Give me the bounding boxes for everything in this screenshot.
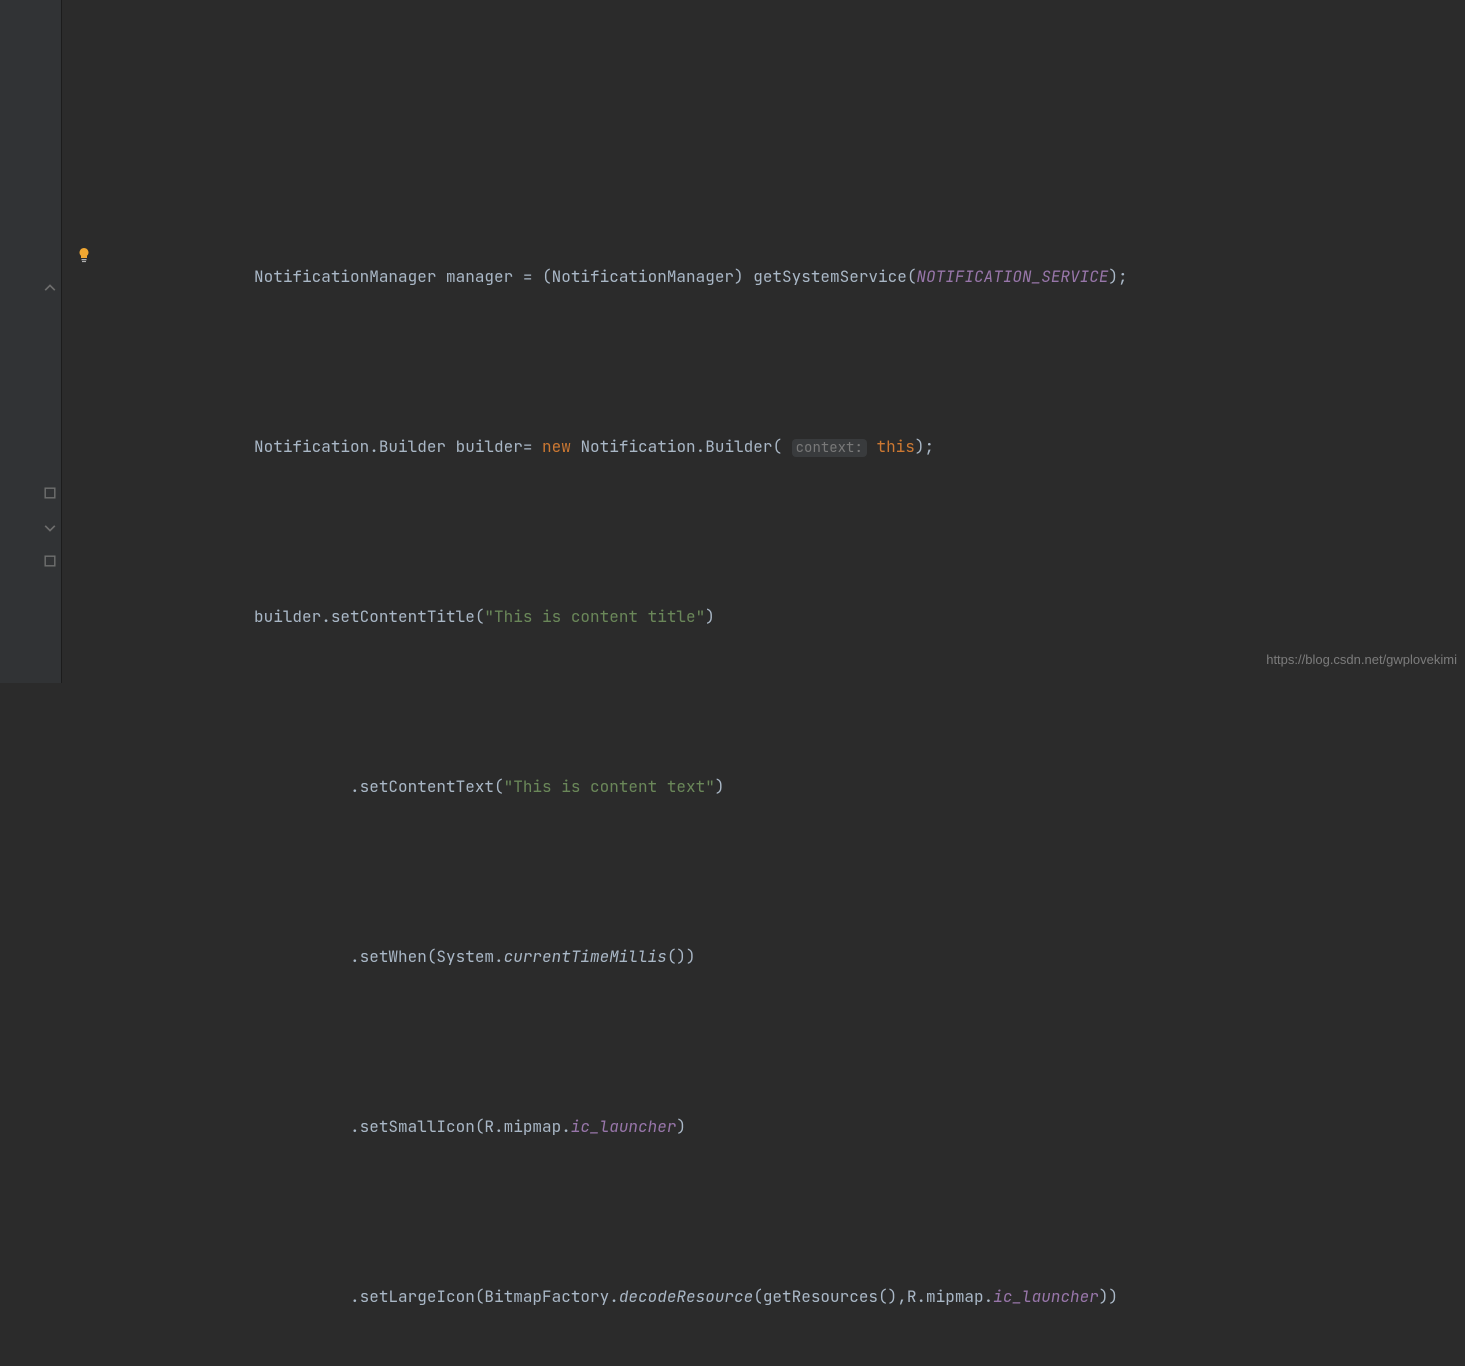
static-field: ic_launcher (571, 1116, 677, 1137)
static-method: currentTimeMillis (504, 946, 667, 967)
editor-gutter (0, 0, 62, 683)
parameter-hint: context: (792, 439, 867, 457)
code-text: ) (676, 1116, 686, 1137)
code-line[interactable]: .setSmallIcon(R.mipmap.ic_launcher) (62, 1110, 1465, 1144)
code-text: .setLargeIcon(BitmapFactory. (350, 1286, 619, 1307)
code-text: )) (1099, 1286, 1118, 1307)
code-text: ); (915, 436, 934, 457)
fold-toggle-icon[interactable] (44, 555, 56, 567)
code-editor[interactable]: NotificationManager manager = (Notificat… (62, 0, 1465, 1366)
string-literal: "This is content text" (504, 776, 715, 797)
keyword: new (542, 436, 571, 457)
code-line[interactable]: Notification.Builder builder= new Notifi… (62, 430, 1465, 464)
fold-toggle-icon[interactable] (44, 521, 56, 533)
static-method: decodeResource (619, 1286, 753, 1307)
code-text: ); (1108, 266, 1127, 287)
static-field: ic_launcher (993, 1286, 1099, 1307)
fold-toggle-icon[interactable] (44, 487, 56, 499)
code-line[interactable]: NotificationManager manager = (Notificat… (62, 260, 1465, 294)
string-literal: "This is content title" (484, 606, 705, 627)
code-text: .setSmallIcon(R.mipmap. (350, 1116, 571, 1137)
code-line[interactable]: .setWhen(System.currentTimeMillis()) (62, 940, 1465, 974)
editor-padding (62, 102, 1465, 124)
code-text: Notification.Builder builder= (254, 436, 542, 457)
code-text: NotificationManager manager = (Notificat… (254, 266, 916, 287)
code-line[interactable]: builder.setContentTitle("This is content… (62, 600, 1465, 634)
code-text: builder.setContentTitle( (254, 606, 484, 627)
code-text: (getResources(),R.mipmap. (753, 1286, 993, 1307)
code-text: .setContentText( (350, 776, 504, 797)
code-text: ) (715, 776, 725, 797)
code-text: ) (705, 606, 715, 627)
code-text: ()) (667, 946, 696, 967)
code-line[interactable]: .setLargeIcon(BitmapFactory.decodeResour… (62, 1280, 1465, 1314)
constant-ref: NOTIFICATION_SERVICE (916, 266, 1108, 287)
code-text: .setWhen(System. (350, 946, 504, 967)
code-line[interactable]: .setContentText("This is content text") (62, 770, 1465, 804)
code-text: Notification.Builder( (571, 436, 792, 457)
watermark-text: https://blog.csdn.net/gwplovekimi (1266, 643, 1457, 677)
keyword: this (876, 436, 914, 457)
fold-toggle-icon[interactable] (44, 283, 56, 295)
